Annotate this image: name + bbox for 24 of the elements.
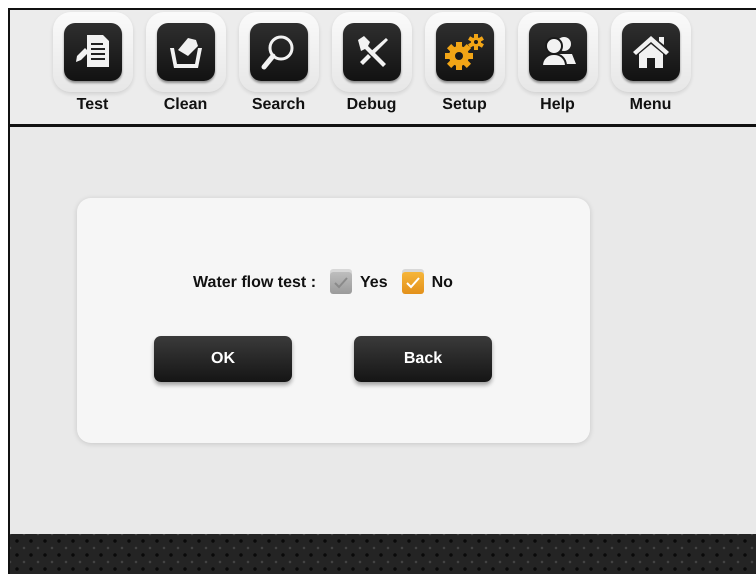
checkbox[interactable] [330,272,352,294]
field-label: Water flow test : [193,274,316,292]
toolbar-button[interactable] [250,23,308,81]
toolbar-label: Debug [346,96,396,114]
toolbar-label: Menu [630,96,672,114]
toolbar-label: Help [540,96,575,114]
checkmark-icon [334,277,348,289]
toolbar-button[interactable] [622,23,680,81]
dialog-button[interactable]: OK [154,336,292,382]
toolbar-button[interactable] [436,23,494,81]
dialog-button[interactable]: Back [354,336,492,382]
toolbar-label: Setup [442,96,487,114]
toolbar-button[interactable] [528,23,586,81]
checkbox[interactable] [402,272,424,294]
option-label: No [432,274,453,292]
toolbar-button[interactable] [156,23,214,81]
toolbar-label: Clean [164,96,208,114]
checkmark-icon [406,277,420,289]
toolbar-button[interactable] [342,23,400,81]
toolbar-label: Test [76,96,108,114]
toolbar-label: Search [252,96,306,114]
option-label: Yes [360,274,388,292]
gears-icon [442,32,486,72]
toolbar-button[interactable] [64,23,122,81]
